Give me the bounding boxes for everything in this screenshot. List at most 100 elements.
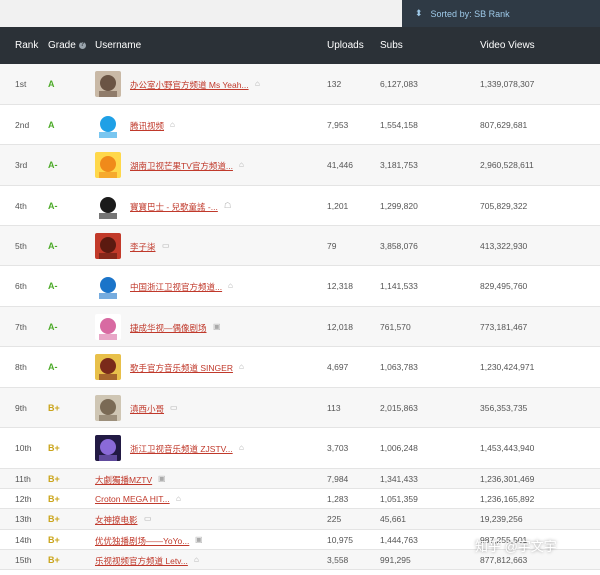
channel-avatar[interactable] — [95, 273, 121, 299]
rank-cell: 15th — [15, 555, 32, 565]
subs-cell: 1,006,248 — [380, 443, 418, 453]
video-views-cell: 1,453,443,940 — [480, 443, 535, 453]
channel-name-link[interactable]: 滇西小哥 — [130, 403, 164, 415]
channel-avatar[interactable] — [95, 193, 121, 219]
channel-name-link[interactable]: 办公室小野官方频道 Ms Yeah... — [130, 79, 249, 91]
channel-avatar[interactable] — [95, 314, 121, 340]
channel-name-link[interactable]: 乐视视频官方频道 Letv... — [95, 555, 188, 567]
table-row[interactable]: 9th B+ 滇西小哥 ▭ 113 2,015,863 356,353,735 — [0, 388, 600, 428]
table-row[interactable]: 6th A- 中国浙江卫视官方频道... ⌂ 12,318 1,141,533 829,49… — [0, 266, 600, 307]
subs-cell: 6,127,083 — [380, 79, 418, 89]
subs-cell: 761,570 — [380, 322, 411, 332]
channel-avatar[interactable] — [95, 112, 121, 138]
uploads-cell: 132 — [327, 79, 342, 89]
channel-avatar[interactable] — [95, 395, 121, 421]
grade-cell: B+ — [48, 555, 60, 565]
channel-name-link[interactable]: 寶寶巴士 - 兒歌童謠 -... — [130, 201, 218, 213]
sort-label: Sorted by: SB Rank — [430, 8, 510, 19]
subs-cell: 1,444,763 — [380, 535, 418, 545]
table-row[interactable]: 12th B+ Croton MEGA HIT... ⌂ 1,283 1,051,359 1… — [0, 489, 600, 509]
channel-name-link[interactable]: 浙江卫视音乐频道 ZJSTV... — [130, 443, 233, 455]
rank-cell: 9th — [15, 403, 27, 413]
channel-name-link[interactable]: 腾讯视频 — [130, 120, 164, 132]
subs-cell: 1,554,158 — [380, 120, 418, 130]
table-row[interactable]: 11th B+ 大劇獨播MZTV ▣ 7,984 1,341,433 1,236,301,4… — [0, 469, 600, 489]
channel-type-icon: ⌂ — [255, 79, 260, 88]
table-row[interactable]: 8th A- 歌手官方音乐频道 SINGER ⌂ 4,697 1,063,783 1,230… — [0, 347, 600, 388]
table-row[interactable]: 3rd A- 湖南卫视芒果TV官方频道... ⌂ 41,446 3,181,753 2,96… — [0, 145, 600, 186]
channel-type-icon: ▭ — [162, 241, 170, 250]
table-row[interactable]: 2nd A 腾讯视频 ⌂ 7,953 1,554,158 807,629,681 — [0, 105, 600, 145]
grade-cell: A- — [48, 241, 58, 251]
channel-name-link[interactable]: 优优独播剧场——YoYo... — [95, 535, 189, 547]
table-row[interactable]: 13th B+ 女神撩电影 ▭ 225 45,661 19,239,256 — [0, 509, 600, 530]
rank-cell: 6th — [15, 281, 27, 291]
rank-cell: 3rd — [15, 160, 28, 170]
channel-name-link[interactable]: 女神撩电影 — [95, 514, 138, 526]
video-views-cell: 356,353,735 — [480, 403, 528, 413]
channel-name-link[interactable]: 李子柒 — [130, 241, 156, 253]
channel-type-icon: ▭ — [144, 514, 152, 523]
info-icon[interactable]: ? — [78, 41, 86, 49]
video-views-cell: 807,629,681 — [480, 120, 528, 130]
subs-cell: 3,858,076 — [380, 241, 418, 251]
grade-cell: B+ — [48, 443, 60, 453]
video-views-cell: 413,322,930 — [480, 241, 528, 251]
channel-avatar[interactable] — [95, 152, 121, 178]
video-views-cell: 877,812,663 — [480, 555, 528, 565]
column-subs[interactable]: Subs — [380, 40, 403, 51]
table-row[interactable]: 7th A- 捷成华视—偶像剧场 ▣ 12,018 761,570 773,181,467 — [0, 307, 600, 347]
rank-cell: 1st — [15, 79, 27, 89]
uploads-cell: 12,318 — [327, 281, 353, 291]
channel-name-link[interactable]: 大劇獨播MZTV — [95, 474, 152, 486]
channel-type-icon: ⌂ — [239, 362, 244, 371]
video-views-cell: 773,181,467 — [480, 322, 528, 332]
video-views-cell: 1,230,424,971 — [480, 362, 535, 372]
channel-name-link[interactable]: 湖南卫视芒果TV官方频道... — [130, 160, 233, 172]
channel-avatar[interactable] — [95, 354, 121, 380]
column-uploads[interactable]: Uploads — [327, 40, 364, 51]
channel-avatar[interactable] — [95, 71, 121, 97]
channel-avatar[interactable] — [95, 233, 121, 259]
uploads-cell: 4,697 — [327, 362, 349, 372]
column-grade-label: Grade — [48, 40, 76, 51]
uploads-cell: 1,201 — [327, 201, 349, 211]
table-row[interactable]: 4th A- 寶寶巴士 - 兒歌童謠 -... ☖ 1,201 1,299,820 705,… — [0, 186, 600, 226]
uploads-cell: 7,984 — [327, 474, 349, 484]
watermark: 知乎 @宇文宇 — [475, 539, 557, 554]
column-rank[interactable]: Rank — [15, 40, 38, 51]
uploads-cell: 41,446 — [327, 160, 353, 170]
table-row[interactable]: 10th B+ 浙江卫视音乐频道 ZJSTV... ⌂ 3,703 1,006,248 1,… — [0, 428, 600, 469]
channel-type-icon: ▣ — [213, 322, 221, 331]
subs-cell: 1,141,533 — [380, 281, 418, 291]
column-video-views[interactable]: Video Views — [480, 40, 535, 51]
grade-cell: A- — [48, 281, 58, 291]
video-views-cell: 1,236,165,892 — [480, 494, 535, 504]
table-header: Rank Grade? Username Uploads Subs Video … — [0, 27, 600, 64]
table-row[interactable]: 1st A 办公室小野官方频道 Ms Yeah... ⌂ 132 6,127,083 1,3… — [0, 64, 600, 105]
channel-name-link[interactable]: 中国浙江卫视官方频道... — [130, 281, 222, 293]
sort-dropdown[interactable]: ⬍ Sorted by: SB Rank — [402, 0, 600, 27]
channel-type-icon: ⌂ — [176, 494, 181, 503]
rank-cell: 14th — [15, 535, 32, 545]
column-username[interactable]: Username — [95, 40, 141, 51]
uploads-cell: 10,975 — [327, 535, 353, 545]
table-row[interactable]: 5th A- 李子柒 ▭ 79 3,858,076 413,322,930 — [0, 226, 600, 266]
subs-cell: 2,015,863 — [380, 403, 418, 413]
grade-cell: B+ — [48, 494, 60, 504]
rank-cell: 8th — [15, 362, 27, 372]
grade-cell: A- — [48, 160, 58, 170]
channel-type-icon: ⌂ — [239, 443, 244, 452]
uploads-cell: 225 — [327, 514, 342, 524]
channel-type-icon: ⌂ — [228, 281, 233, 290]
channel-name-link[interactable]: 捷成华视—偶像剧场 — [130, 322, 207, 334]
rank-cell: 12th — [15, 494, 32, 504]
channel-avatar[interactable] — [95, 435, 121, 461]
channel-type-icon: ▣ — [195, 535, 203, 544]
rank-cell: 10th — [15, 443, 32, 453]
column-grade[interactable]: Grade? — [48, 40, 86, 51]
channel-type-icon: ⌂ — [194, 555, 199, 564]
grade-cell: A- — [48, 201, 58, 211]
channel-name-link[interactable]: Croton MEGA HIT... — [95, 494, 170, 504]
channel-name-link[interactable]: 歌手官方音乐频道 SINGER — [130, 362, 233, 374]
